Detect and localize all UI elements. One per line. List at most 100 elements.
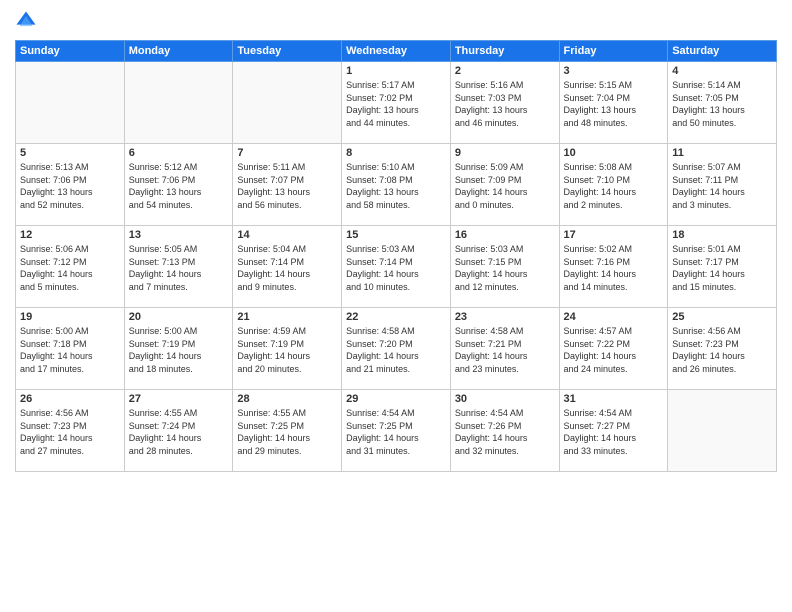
calendar-cell: 28 Sunrise: 4:55 AM Sunset: 7:25 PM Dayli… [233,390,342,472]
calendar-cell: 27Sunrise: 4:55 AM Sunset: 7:24 PM Dayli… [124,390,233,472]
day-info: Sunrise: 5:03 AM Sunset: 7:14 PM Dayligh… [346,243,446,293]
calendar-cell [16,62,125,144]
day-info: Sunrise: 4:54 AM Sunset: 7:26 PM Dayligh… [455,407,555,457]
day-info: Sunrise: 5:15 AM Sunset: 7:04 PM Dayligh… [564,79,664,129]
day-header-sunday: Sunday [16,41,125,62]
day-header-friday: Friday [559,41,668,62]
day-info: Sunrise: 4:54 AM Sunset: 7:25 PM Dayligh… [346,407,446,457]
day-info: Sunrise: 4:55 AM Sunset: 7:25 PM Dayligh… [237,407,337,457]
calendar-cell: 26 Sunrise: 4:56 AM Sunset: 7:23 PM Dayli… [16,390,125,472]
day-number: 12 [20,229,120,241]
day-number: 16 [455,229,555,241]
day-info: Sunrise: 5:16 AM Sunset: 7:03 PM Dayligh… [455,79,555,129]
day-number: 30 [455,393,555,405]
day-info: Sunrise: 5:08 AM Sunset: 7:10 PM Dayligh… [564,161,664,211]
day-number: 29 [346,393,446,405]
day-number: 4 [672,65,772,77]
header [15,10,777,32]
calendar-cell: 9 Sunrise: 5:09 AM Sunset: 7:09 PM Daylig… [450,144,559,226]
calendar-cell: 4 Sunrise: 5:14 AM Sunset: 7:05 PM Daylig… [668,62,777,144]
day-number: 14 [237,229,337,241]
calendar-week-row: 1Sunrise: 5:17 AM Sunset: 7:02 PM Daylig… [16,62,777,144]
day-number: 10 [564,147,664,159]
calendar-header-row: SundayMondayTuesdayWednesdayThursdayFrid… [16,41,777,62]
day-number: 17 [564,229,664,241]
logo-icon [15,10,37,32]
calendar-table: SundayMondayTuesdayWednesdayThursdayFrid… [15,40,777,472]
calendar-week-row: 12 Sunrise: 5:06 AM Sunset: 7:12 PM Dayli… [16,226,777,308]
day-number: 26 [20,393,120,405]
day-info: Sunrise: 4:56 AM Sunset: 7:23 PM Dayligh… [672,325,772,375]
calendar-cell: 17 Sunrise: 5:02 AM Sunset: 7:16 PM Dayli… [559,226,668,308]
calendar-cell: 31 Sunrise: 4:54 AM Sunset: 7:27 PM Dayli… [559,390,668,472]
calendar-cell: 23 Sunrise: 4:58 AM Sunset: 7:21 PM Dayli… [450,308,559,390]
calendar-cell: 13 Sunrise: 5:05 AM Sunset: 7:13 PM Dayli… [124,226,233,308]
calendar-cell: 25 Sunrise: 4:56 AM Sunset: 7:23 PM Dayli… [668,308,777,390]
calendar-cell: 19Sunrise: 5:00 AM Sunset: 7:18 PM Dayli… [16,308,125,390]
day-info: Sunrise: 5:02 AM Sunset: 7:16 PM Dayligh… [564,243,664,293]
day-info: Sunrise: 5:10 AM Sunset: 7:08 PM Dayligh… [346,161,446,211]
day-number: 25 [672,311,772,323]
calendar-cell [233,62,342,144]
day-number: 1 [346,65,446,77]
day-number: 15 [346,229,446,241]
day-number: 21 [237,311,337,323]
day-number: 8 [346,147,446,159]
day-number: 23 [455,311,555,323]
calendar-week-row: 5Sunrise: 5:13 AM Sunset: 7:06 PM Daylig… [16,144,777,226]
day-number: 13 [129,229,229,241]
calendar-cell [124,62,233,144]
calendar-cell: 6 Sunrise: 5:12 AM Sunset: 7:06 PM Daylig… [124,144,233,226]
day-info: Sunrise: 5:05 AM Sunset: 7:13 PM Dayligh… [129,243,229,293]
day-info: Sunrise: 5:12 AM Sunset: 7:06 PM Dayligh… [129,161,229,211]
day-info: Sunrise: 5:00 AM Sunset: 7:19 PM Dayligh… [129,325,229,375]
day-number: 3 [564,65,664,77]
day-info: Sunrise: 4:57 AM Sunset: 7:22 PM Dayligh… [564,325,664,375]
day-number: 2 [455,65,555,77]
day-number: 31 [564,393,664,405]
day-info: Sunrise: 5:03 AM Sunset: 7:15 PM Dayligh… [455,243,555,293]
day-header-thursday: Thursday [450,41,559,62]
day-info: Sunrise: 5:09 AM Sunset: 7:09 PM Dayligh… [455,161,555,211]
day-number: 27 [129,393,229,405]
day-info: Sunrise: 5:07 AM Sunset: 7:11 PM Dayligh… [672,161,772,211]
day-number: 6 [129,147,229,159]
day-info: Sunrise: 4:54 AM Sunset: 7:27 PM Dayligh… [564,407,664,457]
day-info: Sunrise: 4:56 AM Sunset: 7:23 PM Dayligh… [20,407,120,457]
day-number: 24 [564,311,664,323]
day-number: 9 [455,147,555,159]
calendar-cell: 10 Sunrise: 5:08 AM Sunset: 7:10 PM Dayli… [559,144,668,226]
calendar-cell: 21 Sunrise: 4:59 AM Sunset: 7:19 PM Dayli… [233,308,342,390]
day-number: 20 [129,311,229,323]
day-info: Sunrise: 5:01 AM Sunset: 7:17 PM Dayligh… [672,243,772,293]
calendar-cell: 22Sunrise: 4:58 AM Sunset: 7:20 PM Dayli… [342,308,451,390]
day-info: Sunrise: 5:04 AM Sunset: 7:14 PM Dayligh… [237,243,337,293]
day-info: Sunrise: 4:58 AM Sunset: 7:21 PM Dayligh… [455,325,555,375]
day-number: 11 [672,147,772,159]
calendar-cell: 8 Sunrise: 5:10 AM Sunset: 7:08 PM Daylig… [342,144,451,226]
day-number: 22 [346,311,446,323]
day-info: Sunrise: 5:13 AM Sunset: 7:06 PM Dayligh… [20,161,120,211]
logo [15,10,41,32]
day-number: 18 [672,229,772,241]
calendar-cell [668,390,777,472]
day-header-monday: Monday [124,41,233,62]
day-number: 7 [237,147,337,159]
calendar-cell: 7 Sunrise: 5:11 AM Sunset: 7:07 PM Daylig… [233,144,342,226]
calendar-cell: 24 Sunrise: 4:57 AM Sunset: 7:22 PM Dayli… [559,308,668,390]
day-info: Sunrise: 5:06 AM Sunset: 7:12 PM Dayligh… [20,243,120,293]
day-number: 28 [237,393,337,405]
calendar-cell: 5Sunrise: 5:13 AM Sunset: 7:06 PM Daylig… [16,144,125,226]
day-number: 19 [20,311,120,323]
calendar-cell: 3 Sunrise: 5:15 AM Sunset: 7:04 PM Daylig… [559,62,668,144]
day-info: Sunrise: 5:11 AM Sunset: 7:07 PM Dayligh… [237,161,337,211]
calendar-cell: 16 Sunrise: 5:03 AM Sunset: 7:15 PM Dayli… [450,226,559,308]
calendar-week-row: 26 Sunrise: 4:56 AM Sunset: 7:23 PM Dayli… [16,390,777,472]
calendar-week-row: 19Sunrise: 5:00 AM Sunset: 7:18 PM Dayli… [16,308,777,390]
calendar-cell: 15 Sunrise: 5:03 AM Sunset: 7:14 PM Dayli… [342,226,451,308]
day-info: Sunrise: 5:14 AM Sunset: 7:05 PM Dayligh… [672,79,772,129]
calendar-cell: 30 Sunrise: 4:54 AM Sunset: 7:26 PM Dayli… [450,390,559,472]
calendar-cell: 29 Sunrise: 4:54 AM Sunset: 7:25 PM Dayli… [342,390,451,472]
calendar-cell: 20 Sunrise: 5:00 AM Sunset: 7:19 PM Dayli… [124,308,233,390]
day-info: Sunrise: 4:59 AM Sunset: 7:19 PM Dayligh… [237,325,337,375]
